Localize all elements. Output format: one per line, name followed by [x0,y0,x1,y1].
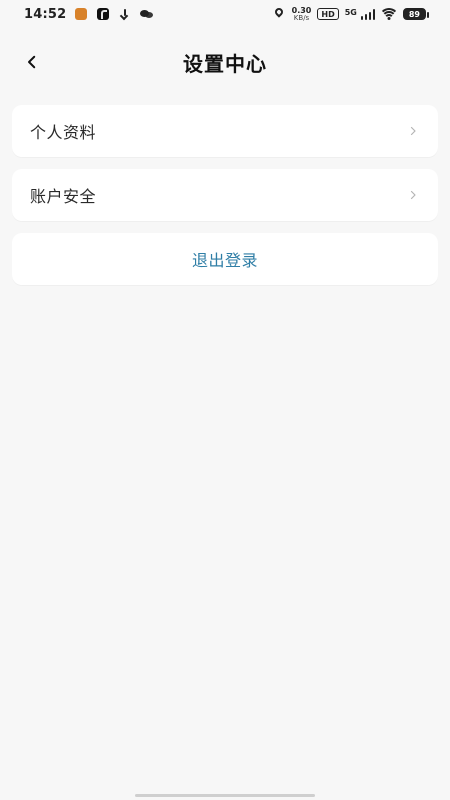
back-button[interactable] [16,46,48,78]
signal-bar-3 [368,12,371,20]
wifi-icon [378,8,399,20]
settings-screen: 14:52 0.30 KB/s HD 5G 89 设置中心 个人资料 账户安全 … [0,0,450,800]
chevron-right-icon [406,124,420,138]
wechat-icon [140,7,154,21]
chevron-right-icon [406,188,420,202]
download-icon [118,7,132,21]
page-title: 设置中心 [183,51,267,76]
settings-item-profile[interactable]: 个人资料 [12,105,438,157]
settings-item-label: 个人资料 [30,123,97,142]
app-notification-icon [74,7,88,21]
hd-label: HD [321,9,335,19]
hd-icon: HD [317,8,339,20]
tiktok-icon [96,7,110,21]
settings-item-label: 账户安全 [30,187,97,206]
battery-level: 89 [408,9,420,19]
home-indicator[interactable] [135,794,315,797]
status-right: 0.30 KB/s HD 5G 89 [272,6,430,22]
signal-label: 5G [344,8,357,17]
network-speed-unit: KB/s [293,13,310,22]
signal-icon: 5G [345,8,375,20]
top-nav: 设置中心 [0,40,450,84]
battery-icon: 89 [402,8,430,20]
settings-list: 个人资料 账户安全 退出登录 [12,105,438,285]
logout-label: 退出登录 [191,251,258,270]
signal-bar-1 [360,16,363,20]
status-left: 14:52 [24,7,154,22]
location-icon [272,7,286,21]
signal-bar-4 [372,9,375,20]
status-time: 14:52 [24,6,67,22]
settings-item-account-security[interactable]: 账户安全 [12,169,438,221]
logout-button[interactable]: 退出登录 [12,233,438,285]
network-speed: 0.30 KB/s [292,6,312,22]
signal-bar-2 [364,14,367,20]
status-bar: 14:52 0.30 KB/s HD 5G 89 [0,0,450,28]
chevron-left-icon [23,53,41,71]
